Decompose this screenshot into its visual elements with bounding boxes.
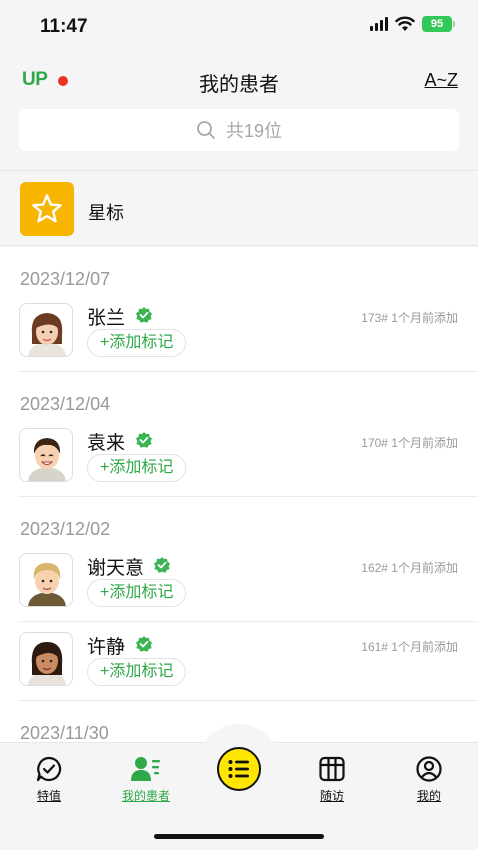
patient-name: 许静 bbox=[87, 637, 126, 658]
status-time: 11:47 bbox=[40, 16, 88, 37]
home-indicator bbox=[154, 834, 324, 839]
date-header: 2023/12/04 bbox=[20, 394, 111, 414]
search-placeholder: 共19位 bbox=[225, 121, 283, 141]
star-tile bbox=[20, 182, 74, 236]
starred-section[interactable]: 星标 bbox=[0, 170, 478, 246]
add-tag-button[interactable]: +添加标记 bbox=[87, 658, 187, 686]
add-tag-button[interactable]: +添加标记 bbox=[87, 579, 187, 607]
center-menu-button[interactable] bbox=[217, 747, 261, 791]
patient-avatar bbox=[19, 632, 73, 686]
patient-avatar bbox=[19, 303, 73, 357]
patient-name: 谢天意 bbox=[87, 558, 145, 579]
patient-meta: 170# 1个月前添加 bbox=[361, 436, 458, 450]
add-tag-button[interactable]: +添加标记 bbox=[87, 329, 187, 357]
patient-avatar bbox=[19, 428, 73, 482]
patients-icon bbox=[131, 757, 160, 781]
patient-name: 袁来 bbox=[87, 433, 126, 454]
signal-icon bbox=[370, 17, 388, 31]
verified-icon bbox=[136, 307, 152, 323]
profile-icon bbox=[416, 756, 442, 782]
patient-avatar bbox=[19, 553, 73, 607]
status-icons: 95 bbox=[370, 16, 455, 32]
star-icon bbox=[32, 194, 62, 223]
add-tag-button[interactable]: +添加标记 bbox=[87, 454, 187, 482]
verified-icon bbox=[136, 636, 152, 652]
patient-name: 张兰 bbox=[87, 308, 126, 329]
patient-row[interactable]: 袁来 170# 1个月前添加 +添加标记 bbox=[18, 428, 478, 497]
verified-icon bbox=[136, 432, 152, 448]
header: UP 我的患者 A~Z 共19位 bbox=[0, 52, 478, 170]
page-title: 我的患者 bbox=[199, 74, 279, 96]
patient-meta: 173# 1个月前添加 bbox=[361, 311, 458, 325]
tab-followup[interactable]: 随访 bbox=[292, 755, 372, 804]
tab-label: 特值 bbox=[36, 789, 61, 803]
patient-row[interactable]: 许静 161# 1个月前添加 +添加标记 bbox=[18, 632, 478, 701]
patient-meta: 161# 1个月前添加 bbox=[361, 640, 458, 654]
patient-row[interactable]: 谢天意 162# 1个月前添加 +添加标记 bbox=[18, 553, 478, 622]
date-header: 2023/12/02 bbox=[20, 519, 111, 539]
verified-icon bbox=[154, 557, 170, 573]
sort-az-button[interactable]: A~Z bbox=[424, 70, 458, 91]
patient-list[interactable]: 2023/12/07 张兰 173# 1个月前添加 +添加标记 2023/12/… bbox=[0, 247, 478, 742]
battery-icon: 95 bbox=[422, 16, 455, 32]
tab-label: 我的 bbox=[416, 789, 441, 803]
wifi-icon bbox=[395, 16, 415, 31]
calendar-grid-icon bbox=[319, 756, 345, 782]
tab-label: 我的患者 bbox=[121, 789, 170, 803]
tab-my-patients[interactable]: 我的患者 bbox=[106, 755, 186, 804]
tab-mine[interactable]: 我的 bbox=[389, 755, 469, 804]
search-icon bbox=[197, 121, 215, 139]
list-menu-icon bbox=[228, 760, 249, 778]
tab-label: 随访 bbox=[319, 789, 344, 803]
date-header: 2023/12/07 bbox=[20, 269, 111, 289]
tab-tezhi[interactable]: 特值 bbox=[9, 755, 89, 804]
starred-label: 星标 bbox=[88, 203, 124, 223]
search-input[interactable]: 共19位 bbox=[19, 109, 459, 151]
patient-row[interactable]: 张兰 173# 1个月前添加 +添加标记 bbox=[18, 303, 478, 372]
patient-meta: 162# 1个月前添加 bbox=[361, 561, 458, 575]
chat-check-icon bbox=[36, 756, 62, 782]
status-bar: 11:47 95 bbox=[0, 0, 478, 52]
